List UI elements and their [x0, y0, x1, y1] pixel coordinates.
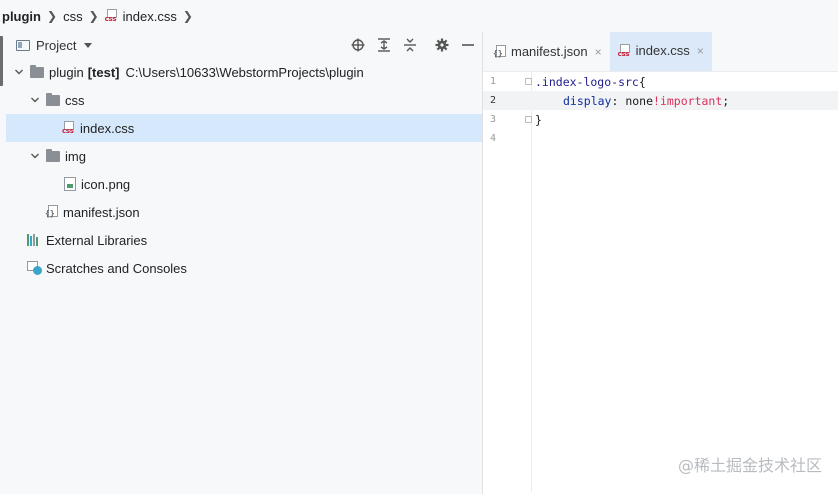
tree-item-css[interactable]: css: [6, 86, 482, 114]
breadcrumb-item-label: index.css: [122, 8, 177, 24]
expand-all-icon[interactable]: [376, 37, 392, 53]
code-line[interactable]: 1 .index-logo-src{: [483, 72, 838, 91]
folder-icon: [46, 148, 60, 162]
breadcrumb: plugin ❯ css ❯ css index.css ❯: [0, 0, 838, 32]
chevron-right-icon: ❯: [47, 9, 58, 23]
chevron-right-icon: ❯: [88, 9, 99, 23]
project-panel-title: Project: [36, 37, 77, 53]
tree-item-external-libraries[interactable]: External Libraries: [6, 226, 482, 254]
chevron-right-icon: ❯: [182, 9, 193, 23]
breadcrumb-item-css[interactable]: css: [63, 9, 83, 24]
tree-item-badge: [test]: [87, 64, 120, 80]
gear-icon[interactable]: [434, 37, 450, 53]
line-number: 4: [489, 133, 497, 144]
collapse-all-icon[interactable]: [402, 37, 418, 53]
css-file-icon: css: [62, 121, 76, 135]
tree-item-label: manifest.json: [63, 204, 140, 220]
project-view-selector[interactable]: Project: [16, 37, 93, 53]
tree-item-manifest[interactable]: {} manifest.json: [6, 198, 482, 226]
tab-label: manifest.json: [511, 44, 588, 59]
fold-marker-icon[interactable]: [525, 78, 532, 85]
line-number: 3: [489, 114, 497, 125]
line-number: 2: [489, 95, 497, 106]
minimize-icon[interactable]: [460, 37, 476, 53]
css-file-icon: css: [105, 9, 119, 23]
code-line[interactable]: 3 }: [483, 110, 838, 129]
tree-item-img[interactable]: img: [6, 142, 482, 170]
open-brace: {: [638, 74, 646, 89]
image-file-icon: [64, 177, 76, 191]
project-panel-header: Project: [6, 32, 482, 58]
close-brace: }: [535, 112, 542, 127]
css-selector: .index-logo-src: [535, 74, 639, 89]
tab-manifest-json[interactable]: {} manifest.json ×: [483, 32, 610, 71]
folder-icon: [30, 64, 44, 78]
breadcrumb-item-plugin[interactable]: plugin: [2, 9, 41, 24]
code-area[interactable]: 1 .index-logo-src{ 2 display: none!impor…: [483, 72, 838, 492]
chevron-down-icon[interactable]: [14, 67, 24, 77]
tree-item-label: External Libraries: [46, 232, 148, 248]
editor-tabs: {} manifest.json × css index.css ×: [483, 32, 838, 72]
code-line[interactable]: 4: [483, 129, 838, 148]
breadcrumb-item-index-css[interactable]: css index.css: [105, 9, 177, 24]
css-value: none: [618, 93, 654, 108]
json-file-icon: {}: [45, 205, 59, 219]
fold-marker-icon[interactable]: [525, 116, 532, 123]
tree-item-scratches[interactable]: Scratches and Consoles: [6, 254, 482, 282]
folder-icon: [46, 92, 60, 106]
watermark: @稀土掘金技术社区: [677, 456, 822, 475]
tree-item-label: img: [65, 148, 86, 164]
locate-icon[interactable]: [350, 37, 366, 53]
code-line-current[interactable]: 2 display: none!important;: [483, 91, 838, 110]
json-file-icon: {}: [493, 44, 507, 59]
chevron-down-icon[interactable]: [30, 151, 40, 161]
project-tool-window-button[interactable]: [0, 36, 3, 86]
css-file-icon: css: [618, 43, 632, 58]
close-icon[interactable]: ×: [595, 45, 602, 59]
caret-down-icon: [84, 42, 93, 48]
tab-index-css[interactable]: css index.css ×: [609, 32, 712, 71]
tree-item-label: icon.png: [81, 176, 131, 192]
chevron-down-icon[interactable]: [30, 95, 40, 105]
tree-item-label: plugin: [49, 64, 84, 80]
project-tree: plugin [test] C:\Users\10633\WebstormPro…: [6, 58, 482, 282]
tab-label: index.css: [635, 43, 690, 58]
close-icon[interactable]: ×: [697, 44, 704, 58]
important-keyword: !important: [653, 93, 723, 108]
tree-item-plugin[interactable]: plugin [test] C:\Users\10633\WebstormPro…: [6, 58, 482, 86]
line-number: 1: [489, 76, 497, 87]
library-icon: [27, 234, 41, 246]
semicolon: ;: [722, 93, 730, 108]
project-icon: [16, 39, 30, 51]
tree-item-label: index.css: [80, 120, 135, 136]
tree-item-path: C:\Users\10633\WebstormProjects\plugin: [125, 64, 364, 80]
tree-item-index-css[interactable]: css index.css: [6, 114, 482, 142]
css-property: display: [563, 93, 612, 108]
scratches-icon: [27, 261, 43, 275]
tree-item-label: css: [65, 92, 85, 108]
project-panel: Project plugin [test] C:\Users\10633\Web…: [6, 32, 482, 494]
editor: {} manifest.json × css index.css × 1 .in…: [483, 32, 838, 494]
tree-item-label: Scratches and Consoles: [46, 260, 187, 276]
tree-item-icon-png[interactable]: icon.png: [6, 170, 482, 198]
project-panel-toolbar: [340, 37, 476, 53]
